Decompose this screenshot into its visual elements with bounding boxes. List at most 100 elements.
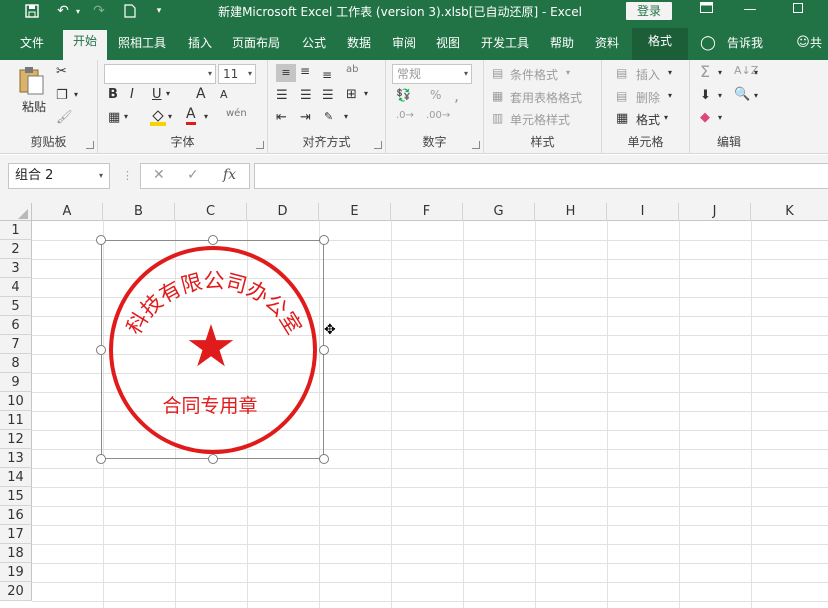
format-cells-button[interactable]: 格式 [636, 111, 660, 128]
fill-icon[interactable]: ⬇ [700, 88, 711, 103]
column-header-e[interactable]: E [319, 203, 391, 221]
seal-graphic[interactable]: 科技有限公司办公室 ★ [101, 240, 325, 460]
phonetic-guide-button[interactable]: wén [226, 108, 247, 119]
fill-color-dropdown-icon[interactable]: ▾ [168, 112, 172, 121]
column-header-b[interactable]: B [103, 203, 175, 221]
merge-dropdown-icon[interactable]: ▾ [364, 89, 368, 98]
number-format-combo[interactable]: 常规 ▾ [392, 64, 472, 84]
underline-button[interactable]: U [152, 87, 162, 102]
borders-icon[interactable]: ▦ [108, 110, 120, 125]
column-header-f[interactable]: F [391, 203, 463, 221]
row-header-20[interactable]: 20 [0, 582, 32, 601]
orientation-icon[interactable]: ab [346, 64, 358, 75]
column-header-a[interactable]: A [32, 203, 103, 221]
insert-function-icon[interactable]: fx [223, 167, 236, 183]
percent-button[interactable]: % [430, 88, 441, 102]
grow-font-button[interactable]: A [196, 86, 206, 102]
top-align-icon[interactable]: ≡ [276, 64, 296, 82]
column-header-d[interactable]: D [247, 203, 319, 221]
minimize-icon[interactable]: — [730, 0, 770, 22]
align-right-icon[interactable]: ☰ [322, 88, 334, 103]
currency-icon[interactable]: 💱 [396, 88, 411, 102]
decrease-decimal-icon[interactable]: .00→ [426, 110, 450, 121]
resize-handle-top-right[interactable] [319, 235, 329, 245]
row-header-6[interactable]: 6 [0, 316, 32, 335]
resize-handle-bottom[interactable] [208, 454, 218, 464]
tab-format[interactable]: 格式 [632, 28, 688, 60]
resize-handle-bottom-left[interactable] [96, 454, 106, 464]
row-header-10[interactable]: 10 [0, 392, 32, 411]
row-header-4[interactable]: 4 [0, 278, 32, 297]
font-color-button[interactable]: A [186, 106, 196, 125]
formula-bar-splitter-icon[interactable]: ⋮ [122, 169, 133, 182]
row-header-5[interactable]: 5 [0, 297, 32, 316]
find-select-dropdown-icon[interactable]: ▾ [754, 91, 758, 100]
copy-icon[interactable]: ❐ [56, 88, 68, 103]
resize-handle-bottom-right[interactable] [319, 454, 329, 464]
row-header-17[interactable]: 17 [0, 525, 32, 544]
copy-dropdown-icon[interactable]: ▾ [74, 90, 78, 99]
find-select-icon[interactable]: 🔍 [734, 87, 750, 102]
fill-color-icon[interactable] [150, 108, 166, 130]
row-header-1[interactable]: 1 [0, 221, 32, 240]
font-size-combo[interactable]: 11 ▾ [218, 64, 256, 84]
tab-review[interactable]: 审阅 [384, 32, 424, 54]
tab-page-layout[interactable]: 页面布局 [226, 32, 286, 54]
resize-handle-top-left[interactable] [96, 235, 106, 245]
row-header-3[interactable]: 3 [0, 259, 32, 278]
column-header-j[interactable]: J [679, 203, 751, 221]
undo-icon[interactable]: ↶ [52, 0, 74, 22]
tab-file[interactable]: 文件 [10, 32, 54, 54]
tab-developer[interactable]: 开发工具 [474, 32, 536, 54]
bottom-align-icon[interactable]: ≡ [322, 68, 332, 82]
underline-dropdown-icon[interactable]: ▾ [166, 89, 170, 98]
paste-icon[interactable] [18, 66, 46, 100]
save-icon[interactable] [22, 0, 42, 22]
conditional-format-dropdown-icon[interactable]: ▾ [566, 68, 570, 77]
resize-handle-left[interactable] [96, 345, 106, 355]
column-header-k[interactable]: K [751, 203, 828, 221]
name-box[interactable]: 组合 2 ▾ [8, 163, 110, 189]
clipboard-launcher-icon[interactable] [86, 141, 94, 149]
tab-home[interactable]: 开始 [63, 30, 107, 60]
column-header-g[interactable]: G [463, 203, 535, 221]
increase-indent-icon[interactable]: ⇥ [300, 110, 311, 125]
font-name-dropdown-icon[interactable]: ▾ [208, 65, 212, 83]
row-header-7[interactable]: 7 [0, 335, 32, 354]
fill-dropdown-icon[interactable]: ▾ [718, 91, 722, 100]
shrink-font-button[interactable]: A [220, 88, 228, 101]
row-header-8[interactable]: 8 [0, 354, 32, 373]
enter-icon[interactable]: ✓ [187, 167, 199, 183]
tab-view[interactable]: 视图 [428, 32, 468, 54]
resize-handle-right[interactable] [319, 345, 329, 355]
decrease-indent-icon[interactable]: ⇤ [276, 110, 287, 125]
wrap-text-icon[interactable]: ⊞ [346, 87, 357, 102]
row-header-16[interactable]: 16 [0, 506, 32, 525]
tab-share[interactable]: 共 [810, 32, 828, 54]
cell-styles-button[interactable]: 单元格样式 [510, 111, 570, 128]
redo-icon[interactable]: ↷ [88, 0, 110, 22]
increase-decimal-icon[interactable]: .0→ [396, 110, 414, 121]
format-cells-dropdown-icon[interactable]: ▾ [664, 113, 668, 122]
resize-handle-top[interactable] [208, 235, 218, 245]
cut-icon[interactable]: ✂ [56, 64, 67, 79]
row-header-2[interactable]: 2 [0, 240, 32, 259]
font-color-dropdown-icon[interactable]: ▾ [204, 112, 208, 121]
tab-formulas[interactable]: 公式 [294, 32, 334, 54]
align-left-icon[interactable]: ☰ [276, 88, 288, 103]
bold-button[interactable]: B [108, 87, 118, 102]
align-center-icon[interactable]: ☰ [300, 88, 312, 103]
tell-me-search[interactable]: 告诉我 [720, 32, 770, 54]
new-document-icon[interactable] [120, 0, 140, 22]
text-direction-icon[interactable]: ✎ [324, 110, 333, 123]
undo-dropdown-icon[interactable]: ▾ [74, 0, 82, 22]
middle-align-icon[interactable]: ≡ [300, 64, 310, 78]
tab-help[interactable]: 帮助 [542, 32, 582, 54]
number-format-dropdown-icon[interactable]: ▾ [464, 65, 468, 83]
row-header-19[interactable]: 19 [0, 563, 32, 582]
delete-cells-button[interactable]: 删除 [636, 89, 660, 106]
share-person-icon[interactable]: ☺ [796, 32, 810, 54]
insert-cells-button[interactable]: 插入 [636, 66, 660, 83]
row-header-12[interactable]: 12 [0, 430, 32, 449]
row-header-9[interactable]: 9 [0, 373, 32, 392]
